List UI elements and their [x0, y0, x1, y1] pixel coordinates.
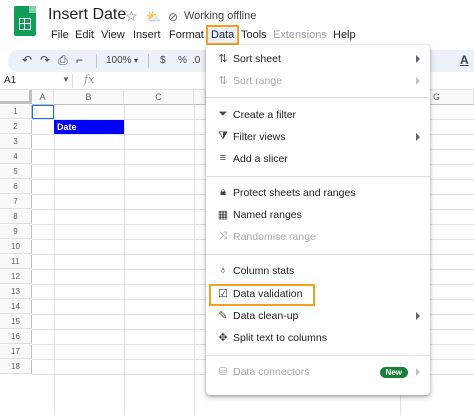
- menu-label: Data validation: [233, 288, 303, 300]
- fx-icon: fx: [84, 73, 95, 86]
- menu-label: Randomise range: [233, 231, 316, 243]
- menu-randomise-range[interactable]: ⤨ Randomise range: [206, 227, 430, 249]
- col-header-c[interactable]: C: [124, 90, 194, 105]
- row-header[interactable]: 10: [0, 240, 32, 254]
- menu-view[interactable]: View: [98, 27, 128, 43]
- row-header[interactable]: 2: [0, 120, 32, 134]
- data-validation-icon: ☑: [218, 288, 228, 300]
- row-header[interactable]: 4: [0, 150, 32, 164]
- bulb-icon: ♁: [218, 264, 228, 276]
- menu-label: Split text to columns: [233, 332, 327, 344]
- offline-icon: ⊘: [168, 10, 179, 24]
- row-header[interactable]: 5: [0, 165, 32, 179]
- menu-help[interactable]: Help: [330, 27, 359, 43]
- name-box-dropdown-icon[interactable]: ▼: [62, 75, 70, 84]
- submenu-arrow-icon: [416, 77, 420, 85]
- menu-format[interactable]: Format: [166, 27, 207, 43]
- redo-icon[interactable]: ↷: [40, 53, 50, 67]
- name-box[interactable]: A1: [4, 75, 16, 86]
- row-header[interactable]: 16: [0, 330, 32, 344]
- print-icon[interactable]: ⎙: [58, 53, 68, 68]
- menu-data[interactable]: Data: [206, 25, 240, 45]
- menu-label: Column stats: [233, 265, 295, 277]
- menu-data-connectors[interactable]: ⛁ Data connectors New: [206, 362, 430, 384]
- row-header[interactable]: 14: [0, 300, 32, 314]
- decimal-button[interactable]: .0: [192, 55, 200, 66]
- cell-b2[interactable]: Date: [54, 120, 124, 134]
- submenu-arrow-icon: [416, 312, 420, 320]
- zoom-select[interactable]: 100%: [106, 55, 132, 66]
- lock-icon: 🔒︎: [220, 186, 226, 198]
- data-menu-dropdown: ⇅ Sort sheet ⇅ Sort range ⏷ Create a fil…: [206, 45, 430, 395]
- slicer-icon: ≡: [219, 152, 227, 164]
- menu-file[interactable]: File: [48, 27, 72, 43]
- filter-icon: ⏷: [218, 108, 228, 120]
- row-header[interactable]: 8: [0, 210, 32, 224]
- row-header[interactable]: 18: [0, 360, 32, 374]
- menu-data-validation[interactable]: ☑ Data validation: [209, 284, 315, 306]
- menu-protect-sheets[interactable]: 🔒︎ Protect sheets and ranges: [206, 183, 430, 205]
- row-header[interactable]: 1: [0, 105, 32, 119]
- row-header[interactable]: 9: [0, 225, 32, 239]
- menu-filter-views[interactable]: ⧩ Filter views: [206, 127, 430, 149]
- menu-extensions[interactable]: Extensions: [270, 27, 330, 43]
- menu-label: Sort range: [233, 75, 283, 87]
- submenu-arrow-icon: [416, 133, 420, 141]
- sheets-logo-icon[interactable]: [14, 6, 36, 36]
- menu-label: Sort sheet: [233, 53, 281, 65]
- sort-icon: ⇅: [218, 53, 228, 65]
- row-header[interactable]: 15: [0, 315, 32, 329]
- select-all-corner[interactable]: [0, 90, 32, 104]
- menu-column-stats[interactable]: ♁ Column stats: [206, 261, 430, 283]
- split-icon: ✥: [218, 332, 228, 344]
- menu-create-filter[interactable]: ⏷ Create a filter: [206, 105, 430, 127]
- menu-label: Named ranges: [233, 209, 302, 221]
- menu-edit[interactable]: Edit: [72, 27, 97, 43]
- shuffle-icon: ⤨: [218, 230, 228, 242]
- submenu-arrow-icon: [416, 55, 420, 63]
- col-header-a[interactable]: A: [32, 90, 54, 105]
- doc-title[interactable]: Insert Date: [48, 6, 126, 24]
- menu-insert[interactable]: Insert: [130, 27, 164, 43]
- row-header[interactable]: 6: [0, 180, 32, 194]
- row-header[interactable]: 11: [0, 255, 32, 269]
- menu-label: Data connectors: [233, 366, 310, 378]
- paint-format-icon[interactable]: ⌐: [76, 53, 83, 67]
- menu-label: Add a slicer: [233, 153, 288, 165]
- menu-data-cleanup[interactable]: ✎ Data clean-up: [206, 306, 430, 328]
- col-header-b[interactable]: B: [54, 90, 124, 105]
- row-header[interactable]: 13: [0, 285, 32, 299]
- submenu-arrow-icon: [416, 368, 420, 376]
- row-header[interactable]: 12: [0, 270, 32, 284]
- percent-button[interactable]: %: [178, 55, 187, 66]
- database-icon: ⛁: [218, 366, 228, 378]
- menu-label: Filter views: [233, 131, 286, 143]
- menu-sort-range[interactable]: ⇅ Sort range: [206, 71, 430, 93]
- menu-label: Data clean-up: [233, 310, 299, 322]
- row-header[interactable]: 3: [0, 135, 32, 149]
- zoom-dropdown-icon[interactable]: ▾: [134, 56, 138, 65]
- row-header[interactable]: 17: [0, 345, 32, 359]
- menu-add-slicer[interactable]: ≡ Add a slicer: [206, 149, 430, 171]
- undo-icon[interactable]: ↶: [22, 53, 32, 67]
- col-header-hidden: [194, 90, 206, 105]
- menu-split-text[interactable]: ✥ Split text to columns: [206, 328, 430, 350]
- row-header[interactable]: 7: [0, 195, 32, 209]
- star-icon[interactable]: ☆: [125, 8, 138, 25]
- named-ranges-icon: ▦: [217, 209, 229, 221]
- offline-status: Working offline: [184, 10, 257, 22]
- new-badge: New: [379, 367, 408, 378]
- text-color-icon[interactable]: A: [460, 53, 469, 67]
- menu-sort-sheet[interactable]: ⇅ Sort sheet: [206, 49, 430, 71]
- menu-tools[interactable]: Tools: [238, 27, 270, 43]
- filter-views-icon: ⧩: [218, 130, 228, 142]
- selected-cell-a1[interactable]: [32, 105, 54, 119]
- sort-range-icon: ⇅: [218, 75, 228, 87]
- menu-named-ranges[interactable]: ▦ Named ranges: [206, 205, 430, 227]
- menu-label: Create a filter: [233, 109, 297, 121]
- wand-icon: ✎: [218, 310, 228, 322]
- menu-label: Protect sheets and ranges: [233, 187, 356, 199]
- cloud-icon[interactable]: ⛅: [146, 10, 161, 24]
- currency-button[interactable]: $: [160, 55, 166, 66]
